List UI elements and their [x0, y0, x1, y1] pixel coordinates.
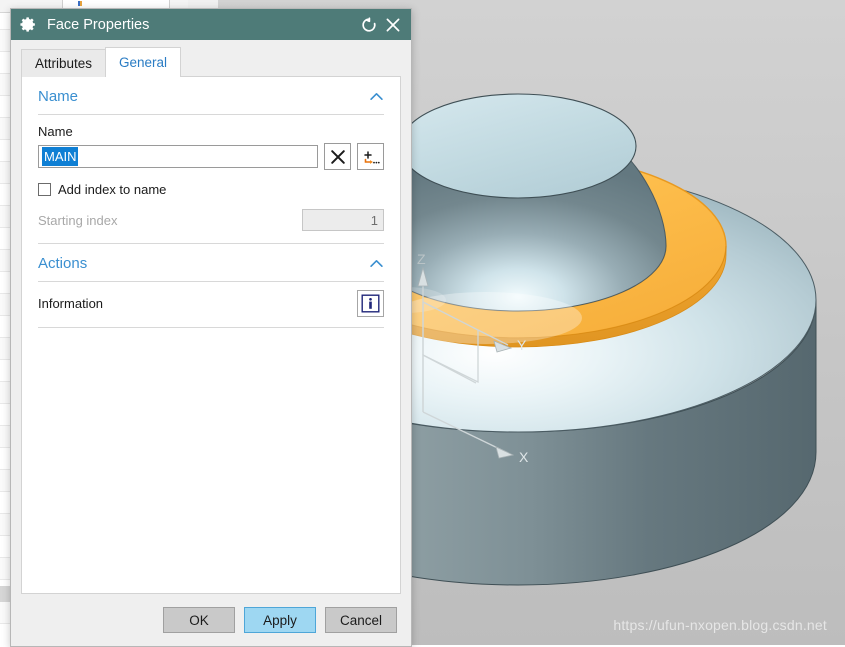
- top-planar-face: [399, 93, 637, 199]
- name-input-value: MAIN: [42, 147, 78, 166]
- close-x-icon: [386, 18, 400, 31]
- apply-button[interactable]: Apply: [243, 607, 316, 633]
- tab-panel-general: Name Name MAIN Add index to name Startin…: [21, 76, 401, 594]
- name-input-row: MAIN: [36, 143, 386, 170]
- information-button[interactable]: [357, 290, 384, 317]
- add-index-checkbox[interactable]: [38, 183, 51, 196]
- group-header-name[interactable]: Name: [36, 77, 386, 114]
- face-properties-dialog: Face Properties Attributes General Name …: [10, 8, 412, 647]
- tab-attributes[interactable]: Attributes: [21, 49, 107, 77]
- info-i-icon: [361, 294, 380, 313]
- chevron-up-icon: [370, 92, 383, 101]
- group-title-name: Name: [38, 88, 79, 105]
- axis-z-label: Z: [417, 251, 426, 267]
- reset-circular-arrow-icon: [362, 16, 376, 32]
- group-header-actions[interactable]: Actions: [36, 244, 386, 281]
- close-button[interactable]: [381, 13, 405, 37]
- group-title-actions: Actions: [38, 255, 88, 272]
- starting-index-label: Starting index: [38, 212, 118, 228]
- starting-index-row: Starting index 1: [36, 197, 386, 243]
- tab-general[interactable]: General: [105, 47, 182, 77]
- chevron-up-icon: [370, 259, 383, 268]
- dialog-body: Attributes General Name Name MAIN Add in…: [11, 40, 411, 594]
- add-index-checkbox-row[interactable]: Add index to name: [36, 170, 386, 197]
- add-name-button[interactable]: [357, 143, 384, 170]
- tabstrip: Attributes General: [21, 47, 401, 77]
- reset-button[interactable]: [357, 13, 381, 37]
- name-field-label: Name: [38, 124, 73, 139]
- plus-arrow-ellipsis-icon: [363, 150, 380, 164]
- information-row: Information: [36, 282, 386, 327]
- starting-index-input[interactable]: 1: [302, 209, 384, 231]
- gear-icon: [20, 17, 35, 32]
- tab-general-label: General: [119, 55, 168, 70]
- clear-name-button[interactable]: [324, 143, 351, 170]
- dialog-titlebar[interactable]: Face Properties: [11, 9, 411, 40]
- close-x-icon: [330, 149, 345, 164]
- tab-attributes-label: Attributes: [35, 56, 93, 71]
- cancel-button[interactable]: Cancel: [324, 607, 397, 633]
- watermark-text: https://ufun-nxopen.blog.csdn.net: [613, 617, 827, 633]
- divider: [38, 327, 384, 328]
- name-input[interactable]: MAIN: [38, 145, 318, 168]
- ok-button[interactable]: OK: [162, 607, 235, 633]
- add-index-label: Add index to name: [58, 182, 167, 197]
- dialog-footer: OK Apply Cancel: [11, 594, 411, 646]
- background-toolbar-icon: [78, 1, 82, 6]
- axis-x-label: X: [519, 449, 529, 465]
- axis-y-label: Y: [517, 337, 527, 353]
- information-label: Information: [38, 296, 104, 311]
- dialog-title: Face Properties: [47, 16, 150, 33]
